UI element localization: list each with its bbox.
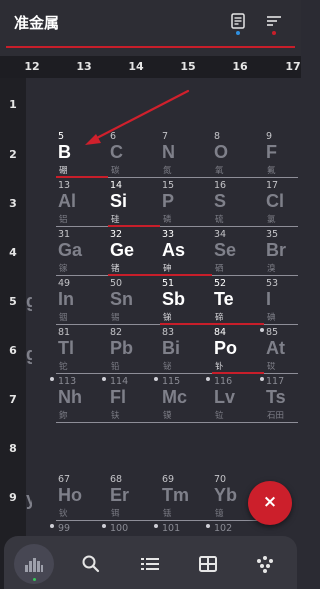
- tile-view-icon: [25, 558, 43, 572]
- dots-icon: [257, 556, 273, 573]
- nav-list[interactable]: [130, 544, 170, 584]
- nav-grid[interactable]: [188, 544, 228, 584]
- grid-icon: [199, 556, 217, 572]
- bottom-navigation: [4, 536, 297, 589]
- active-indicator: [33, 578, 36, 581]
- close-icon: ×: [262, 492, 278, 512]
- search-icon: [82, 555, 100, 573]
- close-fab-button[interactable]: ×: [248, 481, 292, 525]
- nav-tile-view[interactable]: [14, 544, 54, 584]
- list-icon: [141, 558, 159, 570]
- nav-more[interactable]: [245, 544, 285, 584]
- nav-search[interactable]: [71, 544, 111, 584]
